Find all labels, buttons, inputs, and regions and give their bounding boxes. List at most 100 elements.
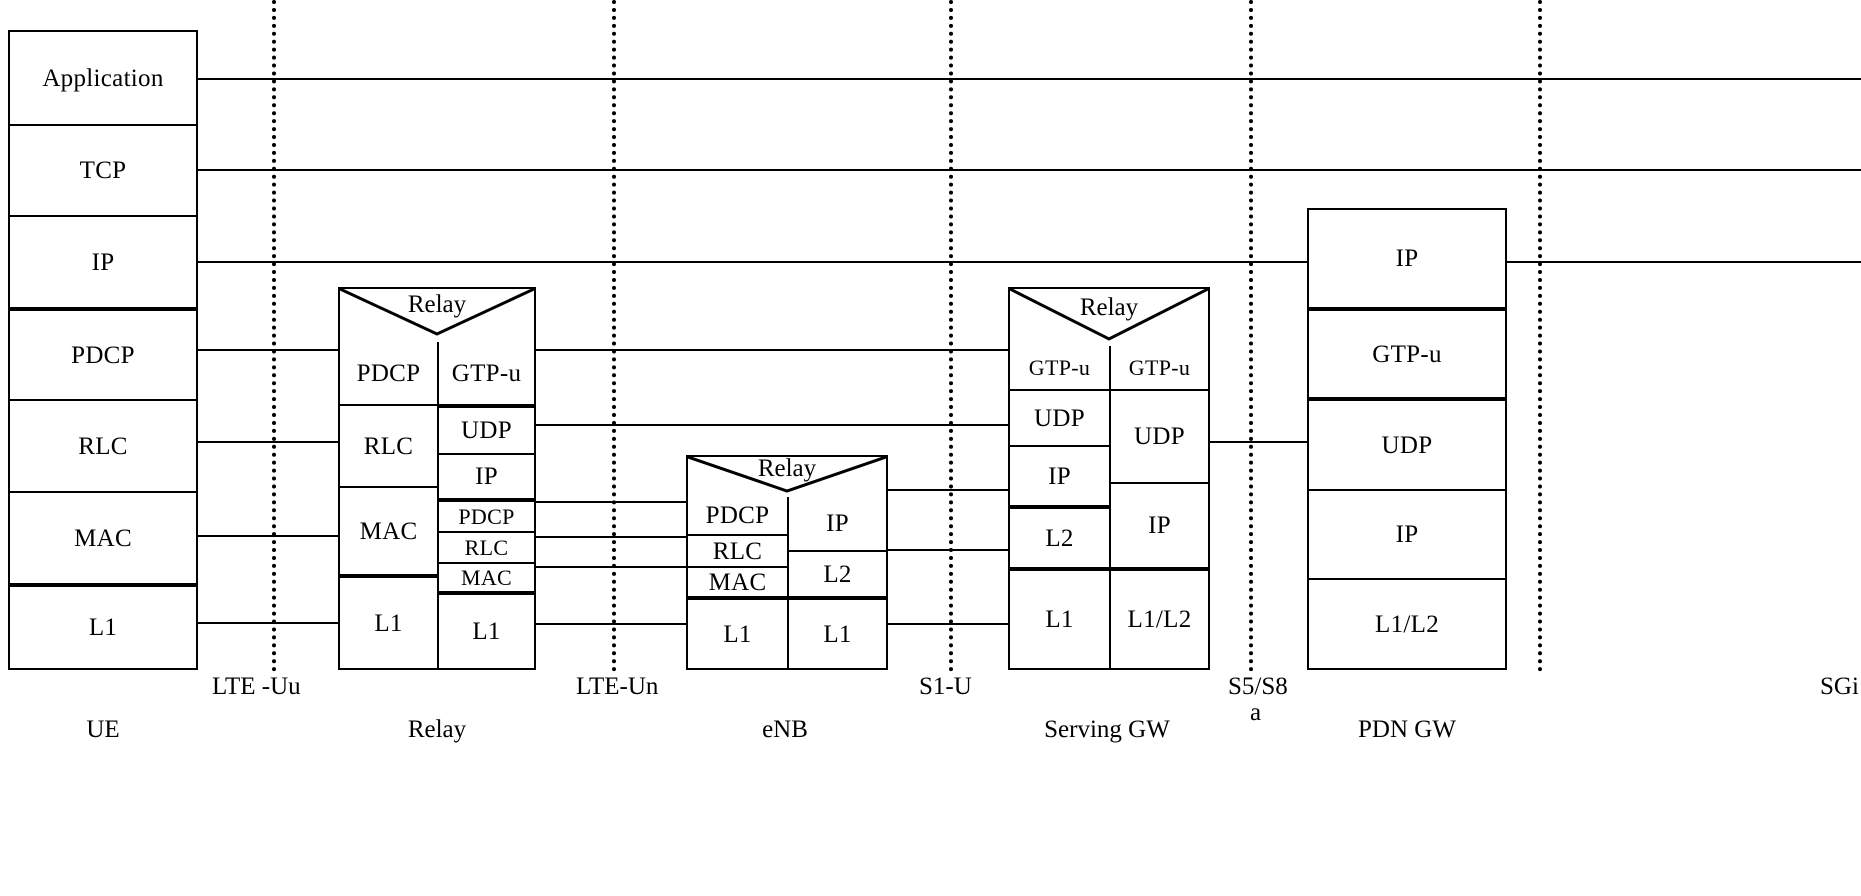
layer-label: PDCP <box>71 341 135 369</box>
layer-sgw-l1: L1 <box>1010 567 1109 668</box>
layer-relay-udp: UDP <box>437 404 534 453</box>
layer-relay-pdcp-un: PDCP <box>437 498 534 531</box>
node-ue-stack: Application TCP IP PDCP RLC MAC L1 <box>8 30 198 670</box>
layer-label: IP <box>826 510 849 537</box>
layer-relay-mac: MAC <box>340 486 437 574</box>
layer-pgw-l1l2: L1/L2 <box>1309 578 1505 668</box>
layer-label: L2 <box>1045 524 1074 552</box>
layer-label: RLC <box>363 432 414 460</box>
layer-sgw-ip2: IP <box>1109 482 1208 567</box>
layer-relay-l1: L1 <box>340 574 437 668</box>
node-pdn-gw-stack: IP GTP-u UDP IP L1/L2 <box>1307 208 1507 670</box>
layer-enb-rlc: RLC <box>688 534 787 566</box>
peer-line-l1-uu <box>197 622 340 624</box>
layer-sgw-l1l2: L1/L2 <box>1109 567 1208 668</box>
node-label-ue: UE <box>86 716 120 743</box>
layer-label: L1 <box>723 620 752 648</box>
peer-line-tcp <box>197 169 1861 171</box>
layer-label: L1 <box>374 609 403 637</box>
relay-chevron-serving-gw: Relay <box>1010 289 1208 346</box>
layer-label: L1/L2 <box>1375 610 1439 638</box>
peer-line-pdcp-un <box>536 501 686 503</box>
layer-relay-gtpu: GTP-u <box>437 342 534 404</box>
layer-label: PDCP <box>705 502 770 529</box>
layer-relay-mac-un: MAC <box>437 562 534 591</box>
relay-chevron-label: Relay <box>757 455 817 482</box>
layer-label: L1 <box>1045 606 1074 633</box>
layer-enb-mac: MAC <box>688 566 787 596</box>
layer-sgw-gtpu: GTP-u <box>1010 346 1109 389</box>
peer-line-rlc-un <box>536 536 686 538</box>
layer-sgw-gtpu2: GTP-u <box>1109 346 1208 389</box>
interface-label-s5-s8a-line2: a <box>1250 699 1262 726</box>
peer-line-udp-s1 <box>536 424 1008 426</box>
node-label-relay: Relay <box>407 716 467 743</box>
interface-separator-sgi <box>1538 0 1542 672</box>
layer-label: GTP-u <box>1028 354 1091 380</box>
layer-sgw-ip: IP <box>1010 445 1109 505</box>
relay-chevron-label: Relay <box>1079 294 1139 321</box>
layer-label: RLC <box>78 432 128 460</box>
layer-label: Application <box>42 64 164 92</box>
node-label-pdn-gw: PDN GW <box>1358 716 1456 743</box>
layer-ue-mac: MAC <box>10 491 196 583</box>
layer-label: GTP-u <box>451 359 522 387</box>
protocol-stack-diagram: Application TCP IP PDCP RLC MAC L1 Relay <box>0 0 1861 896</box>
layer-label: RLC <box>464 534 509 560</box>
layer-label: IP <box>1395 245 1419 272</box>
layer-relay-rlc: RLC <box>340 404 437 486</box>
layer-label: IP <box>1148 512 1171 539</box>
interface-label-lte-uu: LTE -Uu <box>212 673 301 700</box>
interface-separator-lte-un <box>612 0 616 672</box>
layer-pgw-ip: IP <box>1309 210 1505 307</box>
interface-separator-s5-s8a <box>1249 0 1253 672</box>
node-serving-gw-stack: Relay GTP-u UDP IP L2 L1 GTP-u UDP IP L1… <box>1008 287 1210 670</box>
layer-label: TCP <box>79 157 127 184</box>
layer-label: RLC <box>712 537 763 565</box>
layer-relay-pdcp: PDCP <box>340 342 437 404</box>
layer-sgw-udp2: UDP <box>1109 389 1208 482</box>
peer-line-ip <box>197 261 1861 263</box>
layer-enb-l1: L1 <box>688 596 787 668</box>
interface-separator-lte-uu <box>272 0 276 672</box>
layer-label: IP <box>475 463 498 490</box>
relay-chevron-label: Relay <box>407 291 467 318</box>
layer-enb-l2: L2 <box>787 550 886 596</box>
layer-label: IP <box>1395 521 1419 548</box>
layer-label: GTP-u <box>1372 340 1442 368</box>
layer-label: MAC <box>359 517 418 545</box>
layer-sgw-udp: UDP <box>1010 389 1109 445</box>
relay-chevron-enb: Relay <box>688 455 886 497</box>
layer-label: IP <box>91 248 115 276</box>
layer-pgw-udp: UDP <box>1309 397 1505 489</box>
layer-label: L2 <box>823 560 852 588</box>
interface-label-lte-un: LTE-Un <box>576 673 659 700</box>
layer-label: L1 <box>88 614 118 641</box>
layer-enb-l1b: L1 <box>787 596 886 668</box>
layer-label: UDP <box>1134 423 1185 450</box>
peer-line-mac-uu <box>197 535 340 537</box>
interface-label-s5-s8a-line1: S5/S8 <box>1228 673 1288 700</box>
layer-relay-l1-un: L1 <box>437 591 534 668</box>
layer-relay-ip: IP <box>437 453 534 498</box>
layer-pgw-gtpu: GTP-u <box>1309 307 1505 397</box>
layer-label: L1/L2 <box>1127 606 1192 633</box>
layer-enb-ip: IP <box>787 497 886 550</box>
peer-line-application <box>197 78 1861 80</box>
layer-label: UDP <box>461 417 512 444</box>
layer-ue-tcp: TCP <box>10 124 196 215</box>
interface-label-s1-u: S1-U <box>919 673 972 700</box>
layer-label: L1 <box>823 620 852 648</box>
layer-label: UDP <box>1034 404 1085 432</box>
layer-label: PDCP <box>458 503 515 529</box>
node-relay-stack: Relay PDCP RLC MAC L1 GTP-u UDP IP PDCP … <box>338 287 536 670</box>
layer-ue-application: Application <box>10 32 196 124</box>
peer-line-l1-un <box>536 623 686 625</box>
layer-label: MAC <box>460 564 513 590</box>
peer-line-pdcp-uu <box>197 349 340 351</box>
node-enb-stack: Relay PDCP RLC MAC L1 IP L2 L1 <box>686 455 888 670</box>
layer-ue-l1: L1 <box>10 583 196 668</box>
interface-label-sgi: SGi <box>1820 673 1859 700</box>
layer-enb-pdcp: PDCP <box>688 497 787 534</box>
layer-label: IP <box>1048 462 1071 490</box>
